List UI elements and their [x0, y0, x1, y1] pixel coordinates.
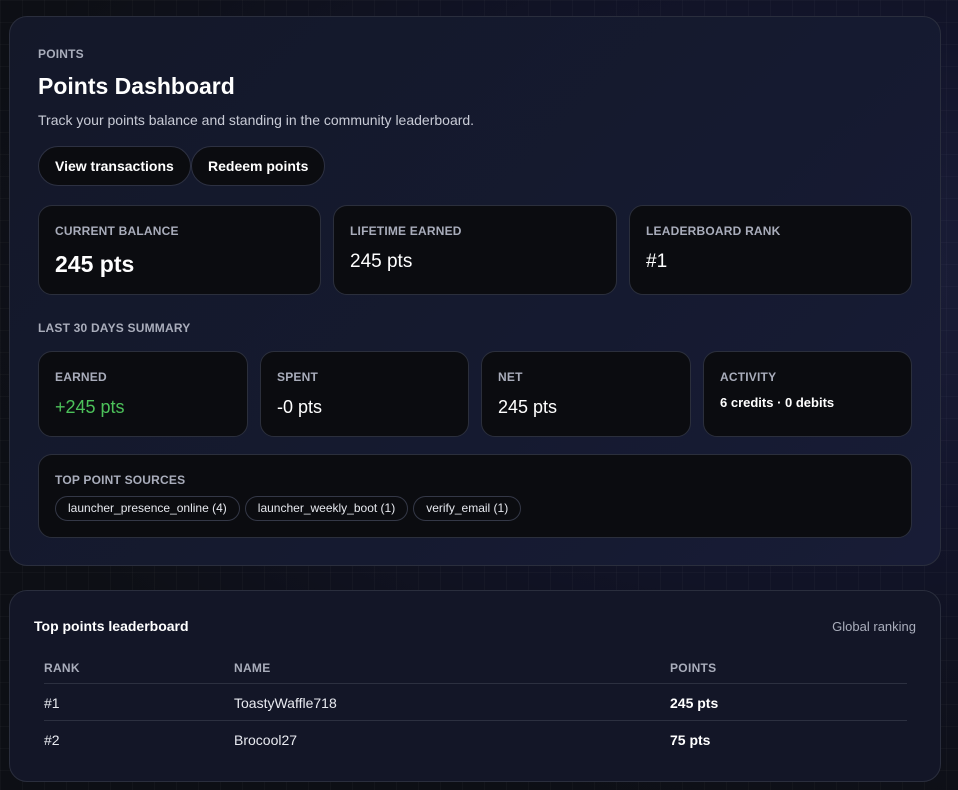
spent-value: -0 pts [277, 397, 323, 417]
row-name: Brocool27 [234, 732, 298, 748]
earned-label: EARNED [55, 370, 107, 384]
table-row: #1 ToastyWaffle718 245 pts [44, 684, 907, 721]
lifetime-earned-value: 245 pts [350, 251, 413, 272]
row-name: ToastyWaffle718 [234, 695, 337, 711]
spent-label: SPENT [277, 370, 319, 384]
activity-card: ACTIVITY 6 credits · 0 debits [703, 351, 912, 437]
lifetime-earned-label: LIFETIME EARNED [350, 224, 462, 238]
source-chip: verify_email (1) [413, 496, 522, 521]
net-value: 245 pts [498, 397, 558, 417]
page-title: Points Dashboard [38, 73, 235, 99]
row-points: 75 pts [670, 732, 711, 748]
row-rank: #1 [44, 695, 60, 711]
points-dashboard-panel: POINTS Points Dashboard Track your point… [9, 16, 941, 566]
row-rank: #2 [44, 732, 60, 748]
leaderboard-panel: Top points leaderboard Global ranking RA… [9, 590, 941, 782]
leaderboard-table: RANK NAME POINTS #1 ToastyWaffle718 245 … [44, 651, 907, 758]
leaderboard-scope: Global ranking [832, 619, 916, 634]
current-balance-value: 245 pts [55, 251, 135, 277]
table-row: #2 Brocool27 75 pts [44, 721, 907, 758]
source-chip-list: launcher_presence_online (4) launcher_wee… [55, 496, 526, 521]
leaderboard-rank-value: #1 [646, 251, 668, 272]
net-card: NET 245 pts [481, 351, 691, 437]
view-transactions-button[interactable]: View transactions [38, 146, 191, 186]
top-sources-label: TOP POINT SOURCES [55, 473, 186, 487]
summary-section-label: LAST 30 DAYS SUMMARY [38, 321, 191, 335]
leaderboard-title: Top points leaderboard [34, 618, 189, 634]
leaderboard-rank-card: LEADERBOARD RANK #1 [629, 205, 912, 295]
activity-value: 6 credits · 0 debits [720, 395, 835, 410]
current-balance-label: CURRENT BALANCE [55, 224, 179, 238]
source-chip: launcher_weekly_boot (1) [244, 496, 409, 521]
current-balance-card: CURRENT BALANCE 245 pts [38, 205, 321, 295]
page-subtitle: Track your points balance and standing i… [38, 112, 475, 128]
lifetime-earned-card: LIFETIME EARNED 245 pts [333, 205, 617, 295]
column-header-points: POINTS [670, 661, 717, 675]
source-chip: launcher_presence_online (4) [55, 496, 240, 521]
top-sources-card: TOP POINT SOURCES launcher_presence_onli… [38, 454, 912, 538]
row-points: 245 pts [670, 695, 719, 711]
leaderboard-rank-label: LEADERBOARD RANK [646, 224, 781, 238]
section-eyebrow: POINTS [38, 47, 84, 61]
column-header-name: NAME [234, 661, 271, 675]
earned-card: EARNED +245 pts [38, 351, 248, 437]
redeem-points-button[interactable]: Redeem points [191, 146, 326, 186]
activity-label: ACTIVITY [720, 370, 777, 384]
column-header-rank: RANK [44, 661, 80, 675]
table-header-row: RANK NAME POINTS [44, 651, 907, 684]
earned-value: +245 pts [55, 397, 125, 417]
spent-card: SPENT -0 pts [260, 351, 469, 437]
net-label: NET [498, 370, 523, 384]
